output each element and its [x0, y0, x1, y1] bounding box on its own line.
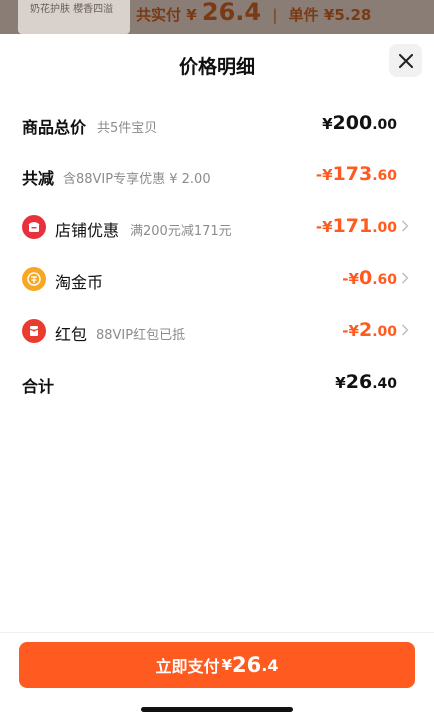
- background-total-label: 共实付 ¥: [136, 6, 197, 24]
- amount-currency: -¥: [342, 270, 359, 288]
- sheet-title: 价格明细: [178, 56, 255, 78]
- close-icon: [398, 53, 413, 68]
- row-sub: 共5件宝贝: [97, 121, 158, 136]
- amount-decimal: .60: [372, 272, 397, 288]
- pay-now-button[interactable]: 立即支付 ¥26.4: [19, 642, 415, 688]
- row-label: 淘金币: [55, 273, 104, 292]
- amount-currency: ¥: [322, 115, 333, 133]
- price-detail-sheet: 价格明细 商品总价 共5件宝贝 ¥200.00 共减 含88VIP专享优惠 ¥ …: [0, 34, 434, 720]
- row-taojinbi[interactable]: 淘金币 -¥0.60: [0, 259, 434, 299]
- product-thumbnail: 奶花护肤 櫻香四溢: [18, 0, 130, 34]
- background-total-value: 26.4: [201, 0, 262, 26]
- row-sub: 含88VIP专享优惠 ¥ 2.00: [63, 172, 211, 187]
- row-sub: 满200元减171元: [130, 224, 232, 239]
- chevron-right-icon: [402, 220, 409, 232]
- row-label: 共减: [22, 169, 55, 188]
- amount-decimal: .00: [372, 220, 397, 236]
- chevron-right-icon: [402, 324, 409, 336]
- home-indicator[interactable]: [141, 707, 293, 712]
- amount-integer: 26: [345, 371, 373, 393]
- row-label: 红包: [55, 325, 88, 344]
- row-amount: ¥26.40: [335, 371, 397, 393]
- amount-decimal: .60: [372, 168, 397, 184]
- pay-button-decimal: .4: [261, 655, 279, 675]
- row-grand-total: 合计 ¥26.40: [0, 363, 434, 403]
- row-amount: -¥0.60: [342, 267, 397, 289]
- background-unit-price: 单件 ¥5.28: [288, 6, 372, 24]
- row-shop-discount[interactable]: 店铺优惠 满200元减171元 -¥171.00: [0, 207, 434, 247]
- close-button[interactable]: [389, 44, 422, 77]
- amount-decimal: .00: [372, 324, 397, 340]
- row-amount: -¥173.60: [316, 163, 397, 185]
- row-amount: -¥2.00: [342, 319, 397, 341]
- amount-currency: -¥: [315, 166, 333, 184]
- thumbnail-caption: 奶花护肤 櫻香四溢: [30, 4, 114, 15]
- background-total: 共实付 ¥ 26.4 | 单件 ¥5.28: [136, 0, 371, 26]
- background-separator: |: [272, 6, 278, 24]
- pay-button-currency: ¥: [221, 656, 232, 674]
- row-label: 店铺优惠: [55, 221, 120, 240]
- amount-integer: 171: [332, 215, 373, 237]
- row-sub: 88VIP红包已抵: [96, 328, 186, 343]
- row-red-packet[interactable]: 红包 88VIP红包已抵 -¥2.00: [0, 311, 434, 351]
- row-amount: ¥200.00: [322, 112, 397, 134]
- bottom-action-bar: 立即支付 ¥26.4: [0, 632, 434, 721]
- row-label: 合计: [22, 377, 55, 396]
- pay-button-label: 立即支付: [155, 657, 220, 676]
- red-packet-icon: [22, 319, 46, 343]
- amount-integer: 173: [332, 163, 373, 185]
- amount-currency: ¥: [335, 374, 346, 392]
- amount-decimal: .40: [372, 376, 397, 392]
- row-label: 商品总价: [22, 118, 87, 137]
- amount-currency: -¥: [315, 218, 333, 236]
- background-order-summary: 奶花护肤 櫻香四溢 共实付 ¥ 26.4 | 单件 ¥5.28: [0, 0, 434, 34]
- amount-currency: -¥: [342, 322, 359, 340]
- chevron-right-icon: [402, 272, 409, 284]
- pay-button-integer: 26: [232, 653, 262, 677]
- amount-integer: 0: [358, 267, 373, 289]
- amount-integer: 2: [358, 319, 373, 341]
- amount-integer: 200: [332, 112, 373, 134]
- row-amount: -¥171.00: [316, 215, 397, 237]
- row-total-discount: 共减 含88VIP专享优惠 ¥ 2.00 -¥173.60: [0, 155, 434, 195]
- amount-decimal: .00: [372, 117, 397, 133]
- coin-icon: [22, 267, 46, 291]
- row-goods-total: 商品总价 共5件宝贝 ¥200.00: [0, 104, 434, 144]
- shop-icon: [22, 215, 46, 239]
